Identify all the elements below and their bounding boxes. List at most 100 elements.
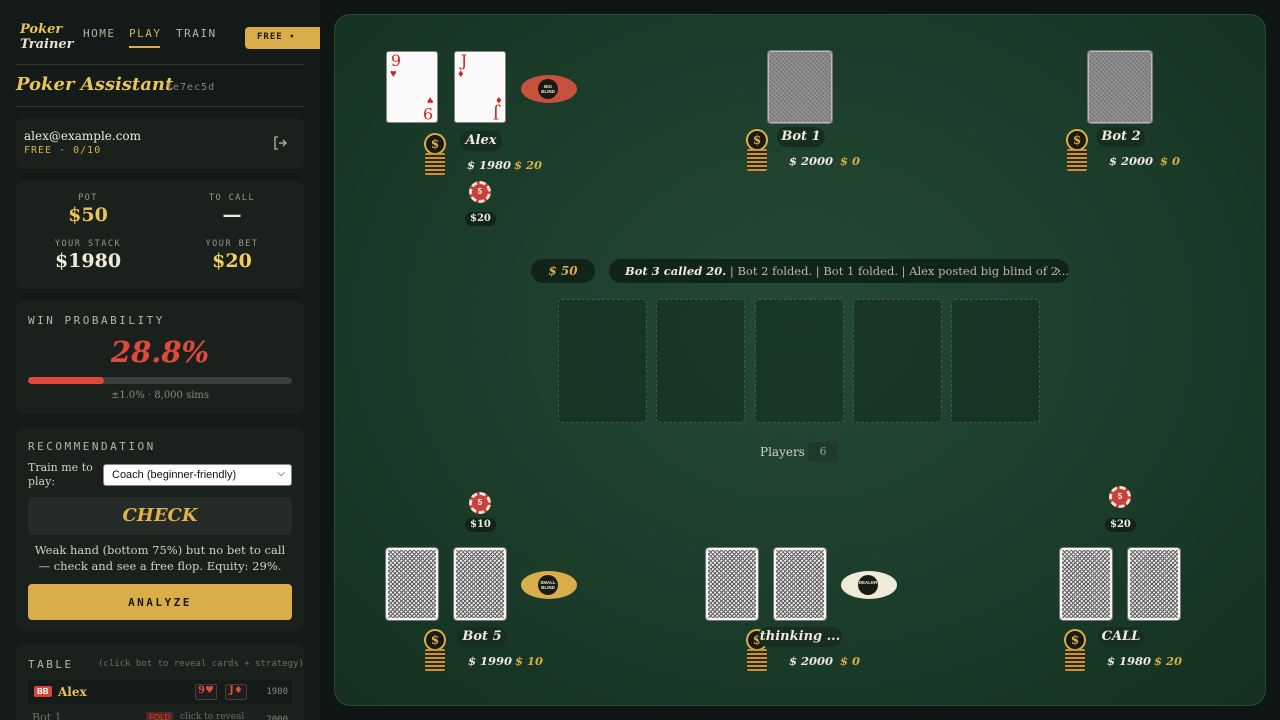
- user-panel: alex@example.com FREE · 0/10: [16, 118, 304, 169]
- fold-badge: FOLD: [146, 712, 174, 720]
- plan-usage: FREE · 0/10: [24, 145, 102, 156]
- stack-value: $1980: [54, 250, 122, 272]
- win-label: WIN PROBABILITY: [28, 314, 165, 327]
- seat-bet: $ 10: [515, 654, 544, 668]
- hole-card: J ♦ J ♦: [454, 51, 506, 123]
- chip-stack-icon: $: [746, 129, 768, 171]
- hole-card: 9 ♥ 9 ♥: [386, 51, 438, 123]
- players-label: Players: [760, 445, 805, 459]
- to-call-label: TO CALL: [208, 193, 256, 203]
- seat-bet: $ 20: [1154, 654, 1183, 668]
- board-card-slot: [755, 299, 844, 423]
- to-call-stat: TO CALL —: [160, 193, 304, 226]
- seat-name: thinking ...: [758, 627, 842, 647]
- bet-chip-label: $20: [465, 212, 496, 226]
- pot-stat: POT $50: [16, 193, 160, 226]
- train-mode-select[interactable]: Coach (beginner-friendly) ⌵: [103, 464, 292, 486]
- big-blind-marker: BIG BLIND: [521, 75, 577, 103]
- card-rank: J: [492, 104, 500, 123]
- diamond-icon: ♦: [496, 94, 502, 106]
- marker-label: SMALL BLIND: [538, 575, 558, 595]
- bet-stat: YOUR BET $20: [160, 239, 304, 272]
- card-back[interactable]: [453, 547, 507, 621]
- train-mode-label: Train me to play:: [28, 461, 93, 488]
- card-back-deck[interactable]: [1087, 50, 1153, 124]
- board-card-slot: [853, 299, 942, 423]
- diamond-icon: ♦: [458, 68, 464, 80]
- player-stack: 2000: [266, 715, 288, 720]
- player-stack: 1980: [266, 687, 288, 697]
- board-card-slot: [558, 299, 647, 423]
- divider: [16, 64, 304, 65]
- chip-stack-icon: $: [424, 133, 446, 175]
- nav-play[interactable]: PLAY: [129, 27, 162, 48]
- action-log[interactable]: Bot 3 called 20. | Bot 2 folded. | Bot 1…: [609, 259, 1069, 283]
- seat-name: CALL: [1098, 627, 1144, 647]
- card-rank: J: [460, 51, 468, 70]
- card-back[interactable]: [1127, 547, 1181, 621]
- log-history: | Bot 2 folded. | Bot 1 folded. | Alex p…: [726, 264, 1069, 278]
- sidebar: Poker Trainer HOME PLAY TRAIN FREE ▾ Pok…: [0, 0, 320, 720]
- win-bar: [28, 377, 292, 384]
- reveal-hint: click to reveal: [180, 712, 245, 720]
- to-call-value: —: [222, 204, 242, 226]
- seat-stack: $ 1990: [468, 654, 513, 668]
- seat-name: Bot 1: [777, 127, 825, 147]
- plan-dropdown-button[interactable]: FREE ▾: [245, 27, 320, 49]
- players-count[interactable]: 6: [808, 442, 838, 462]
- pot-display: $ 50: [531, 259, 595, 283]
- table-row[interactable]: Bot 1 FOLD click to reveal 2000: [28, 708, 292, 720]
- nav-home[interactable]: HOME: [83, 27, 116, 40]
- board-card-slot: [656, 299, 745, 423]
- chevron-right-icon[interactable]: ›: [1055, 259, 1061, 283]
- logo[interactable]: Poker Trainer: [20, 22, 80, 52]
- chip-stack-icon: $: [1064, 629, 1086, 671]
- seat-bet: $ 20: [514, 158, 543, 172]
- recommended-action: CHECK: [28, 497, 292, 535]
- seat-stack: $ 1980: [467, 158, 512, 172]
- logo-line-2: Trainer: [20, 37, 74, 52]
- table-hint: (click bot to reveal cards + strategy): [98, 659, 304, 669]
- seat-stack: $ 2000: [789, 654, 834, 668]
- top-nav: Poker Trainer HOME PLAY TRAIN FREE ▾: [0, 0, 320, 64]
- logout-icon[interactable]: [272, 135, 288, 151]
- bet-value: $20: [212, 250, 252, 272]
- seat-bet: $ 0: [840, 154, 861, 168]
- player-name: Alex: [58, 685, 87, 699]
- divider: [16, 106, 304, 107]
- bet-chip: 5: [1108, 486, 1132, 516]
- card-back[interactable]: [1059, 547, 1113, 621]
- chip-value: 5: [469, 181, 491, 203]
- table-row[interactable]: BB Alex 9♥ J♦ 1980: [28, 680, 292, 704]
- chip-stack-icon: $: [1066, 129, 1088, 171]
- user-email: alex@example.com: [24, 129, 142, 143]
- poker-table: 9 ♥ 9 ♥ J ♦ J ♦ BIG BLIND $ Alex $ 1980 …: [334, 14, 1266, 706]
- seat-name: Alex: [460, 131, 502, 151]
- logo-line-1: Poker: [20, 22, 63, 37]
- stack-stat: YOUR STACK $1980: [16, 239, 160, 272]
- bet-chip-label: $10: [465, 518, 496, 532]
- recommendation-label: RECOMMENDATION: [28, 440, 156, 453]
- stack-label: YOUR STACK: [54, 239, 122, 249]
- seat-name: Bot 5: [457, 627, 507, 647]
- seat-bet: $ 0: [1160, 154, 1181, 168]
- chevron-down-icon: ⌵: [277, 468, 285, 479]
- seat-bet: $ 0: [840, 654, 861, 668]
- nav-train[interactable]: TRAIN: [176, 27, 217, 40]
- pot-value: $50: [68, 204, 108, 226]
- log-latest: Bot 3 called 20.: [625, 264, 727, 278]
- train-mode-value: Coach (beginner-friendly): [112, 469, 237, 481]
- session-id: fe7ec5d: [166, 82, 216, 93]
- small-blind-marker: SMALL BLIND: [521, 571, 577, 599]
- stats-panel: POT $50 TO CALL — YOUR STACK $1980 YOUR …: [16, 181, 304, 289]
- card-back-deck[interactable]: [767, 50, 833, 124]
- card-back[interactable]: [385, 547, 439, 621]
- analyze-button[interactable]: ANALYZE: [28, 584, 292, 620]
- seat-stack: $ 2000: [789, 154, 834, 168]
- card-back[interactable]: [705, 547, 759, 621]
- card-rank: 9: [422, 104, 434, 123]
- mini-card: J♦: [225, 684, 247, 700]
- chip-value: 5: [469, 492, 491, 514]
- card-back[interactable]: [773, 547, 827, 621]
- bet-chip: 5: [468, 181, 492, 211]
